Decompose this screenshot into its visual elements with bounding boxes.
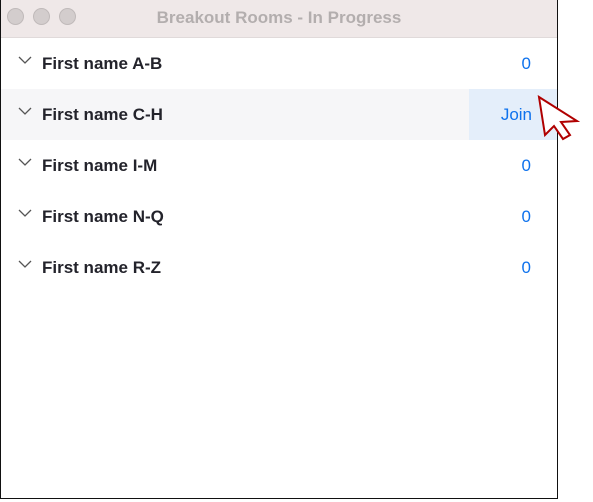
room-row[interactable]: First name R-Z 0 <box>1 242 557 293</box>
room-row[interactable]: First name A-B 0 <box>1 38 557 89</box>
room-row[interactable]: First name N-Q 0 <box>1 191 557 242</box>
chevron-down-icon[interactable] <box>18 106 32 116</box>
participant-count: 0 <box>521 206 531 226</box>
breakout-rooms-window: Breakout Rooms - In Progress First name … <box>0 0 558 499</box>
participant-count: 0 <box>521 53 531 73</box>
chevron-down-icon[interactable] <box>18 259 32 269</box>
room-name: First name A-B <box>42 53 163 73</box>
mouse-pointer-icon <box>537 95 580 141</box>
title-bar: Breakout Rooms - In Progress <box>1 0 557 38</box>
chevron-down-icon[interactable] <box>18 208 32 218</box>
participant-count: 0 <box>521 257 531 277</box>
participant-count: 0 <box>521 155 531 175</box>
chevron-down-icon[interactable] <box>18 157 32 167</box>
room-name: First name N-Q <box>42 206 164 226</box>
room-row[interactable]: First name C-H Join <box>1 89 557 140</box>
window-title: Breakout Rooms - In Progress <box>156 8 402 27</box>
room-row[interactable]: First name I-M 0 <box>1 140 557 191</box>
room-name: First name I-M <box>42 155 158 175</box>
room-name: First name C-H <box>42 104 163 124</box>
chevron-down-icon[interactable] <box>18 55 32 65</box>
room-name: First name R-Z <box>42 257 162 277</box>
